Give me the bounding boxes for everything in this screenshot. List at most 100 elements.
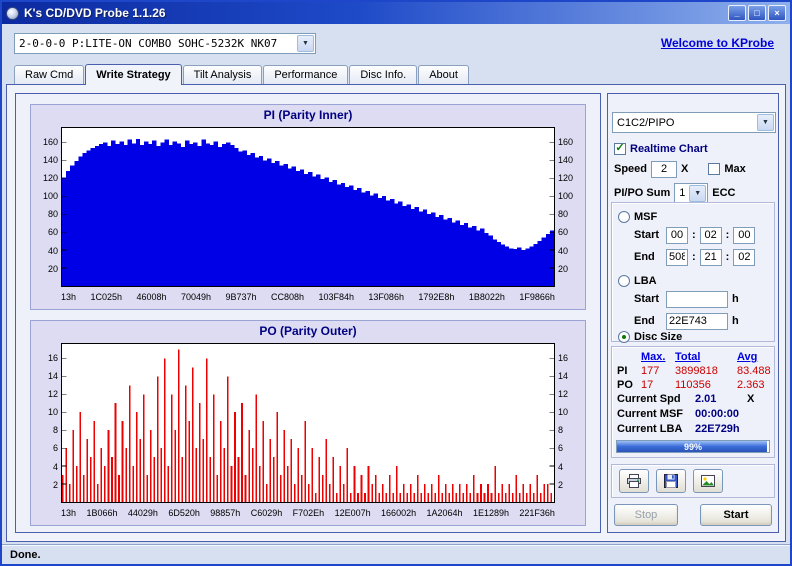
- msf-start-min-input[interactable]: [666, 226, 688, 244]
- current-msf-row: Current MSF 00:00:00: [612, 407, 774, 422]
- y-tick-label: 80: [47, 209, 58, 220]
- realtime-chart-label: Realtime Chart: [630, 143, 708, 155]
- disc-size-radio[interactable]: Disc Size: [618, 328, 772, 346]
- pi-chart-canvas: [62, 138, 554, 286]
- tab-performance[interactable]: Performance: [263, 65, 349, 84]
- y-tick-label: 160: [42, 136, 58, 147]
- lba-start-row: Start h: [634, 290, 772, 308]
- drive-row: 2-0-0-0 P:LITE-ON COMBO SOHC-5232K NK07 …: [14, 32, 774, 54]
- current-speed-unit: X: [747, 393, 755, 405]
- msf-end-frame-input[interactable]: [733, 248, 756, 266]
- x-tick-label: C6029h: [250, 508, 283, 518]
- x-tick-label: 1B8022h: [468, 292, 505, 302]
- pi-stats-row: PI 177 3899818 83.488: [612, 364, 774, 378]
- y-tick-label: 120: [558, 172, 574, 183]
- msf-label: MSF: [634, 211, 658, 223]
- y-tick-label: 6: [52, 443, 58, 454]
- pipo-sum-combo[interactable]: 1 ▼: [674, 182, 709, 204]
- current-lba-label: Current LBA: [617, 423, 683, 435]
- pi-max-value: 177: [641, 365, 660, 377]
- y-tick-label: 8: [558, 425, 564, 436]
- pi-yaxis-left: 20 40 60 80 100 120 140 160: [35, 127, 61, 287]
- pipo-sum-value: 1: [679, 187, 686, 199]
- po-stats-row: PO 17 110356 2.363: [612, 378, 774, 392]
- x-tick-label: 6D520h: [168, 508, 200, 518]
- y-tick-label: 100: [558, 191, 574, 202]
- tab-about[interactable]: About: [418, 65, 469, 84]
- realtime-chart-checkbox[interactable]: ✓ Realtime Chart: [614, 140, 772, 158]
- msf-radio[interactable]: MSF: [618, 208, 772, 226]
- y-tick-label: 10: [47, 407, 58, 418]
- stats-header-total: Total: [675, 351, 701, 363]
- max-label: Max: [724, 163, 746, 175]
- tab-write-strategy[interactable]: Write Strategy: [85, 64, 182, 85]
- x-tick-label: F702Eh: [292, 508, 325, 518]
- save-icon: [664, 474, 678, 488]
- mode-combo[interactable]: C1C2/PIPO ▼: [612, 112, 776, 133]
- y-tick-label: 6: [558, 443, 564, 454]
- check-icon: ✓: [615, 142, 625, 154]
- pi-total-value: 3899818: [675, 365, 718, 377]
- msf-end-sec-input[interactable]: [699, 248, 722, 266]
- y-tick-label: 120: [42, 172, 58, 183]
- msf-start-frame-input[interactable]: [733, 226, 756, 244]
- print-button[interactable]: [619, 469, 649, 493]
- x-tick-label: 221F36h: [519, 508, 555, 518]
- time-separator: :: [692, 229, 696, 241]
- pi-row-label: PI: [617, 365, 628, 377]
- current-speed-row: Current Spd 2.01 X: [612, 392, 774, 407]
- msf-start-sec-input[interactable]: [699, 226, 722, 244]
- po-chart-canvas: [62, 349, 554, 502]
- lba-end-input[interactable]: [666, 312, 728, 330]
- drive-combo-arrow-icon[interactable]: ▼: [297, 34, 314, 52]
- x-tick-label: 1B066h: [86, 508, 118, 518]
- speed-row: Speed X Max: [614, 160, 772, 178]
- tab-tilt-analysis[interactable]: Tilt Analysis: [182, 65, 263, 84]
- speed-unit-label: X: [681, 163, 689, 175]
- tab-disc-info[interactable]: Disc Info.: [349, 65, 418, 84]
- minimize-button[interactable]: _: [728, 5, 746, 21]
- y-tick-label: 20: [558, 263, 569, 274]
- y-tick-label: 60: [558, 227, 569, 238]
- lba-start-label: Start: [634, 293, 660, 305]
- charts-column: PI (Parity Inner) 20 40 60 80 100 120 140 160 2…: [15, 93, 601, 533]
- lba-label: LBA: [634, 275, 657, 287]
- drive-combo[interactable]: 2-0-0-0 P:LITE-ON COMBO SOHC-5232K NK07 …: [14, 32, 316, 54]
- x-tick-label: 12E007h: [334, 508, 371, 518]
- lba-radio[interactable]: LBA: [618, 272, 772, 290]
- msf-end-min-input[interactable]: [666, 248, 688, 266]
- tab-raw-cmd[interactable]: Raw Cmd: [14, 65, 85, 84]
- time-separator: :: [692, 251, 696, 263]
- mode-combo-arrow-icon[interactable]: ▼: [757, 114, 774, 131]
- stop-button[interactable]: Stop: [614, 504, 678, 526]
- pipo-sum-label: PI/PO Sum: [614, 187, 671, 199]
- save-button[interactable]: [656, 469, 686, 493]
- msf-end-row: End : :: [634, 248, 772, 266]
- actions-groupbox: [611, 464, 775, 498]
- main-panel: PI (Parity Inner) 20 40 60 80 100 120 140 160 2…: [6, 84, 786, 542]
- titlebar-buttons: _ □ ×: [728, 5, 786, 21]
- close-button[interactable]: ×: [768, 5, 786, 21]
- snapshot-button[interactable]: [693, 469, 723, 493]
- speed-input[interactable]: [651, 160, 678, 178]
- y-tick-label: 12: [558, 388, 569, 399]
- speed-label: Speed: [614, 163, 648, 175]
- max-checkbox[interactable]: Max: [708, 163, 746, 175]
- start-button[interactable]: Start: [700, 504, 772, 526]
- welcome-link[interactable]: Welcome to KProbe: [661, 36, 774, 50]
- pipo-sum-arrow-icon[interactable]: ▼: [689, 184, 707, 202]
- y-tick-label: 20: [47, 263, 58, 274]
- time-separator: :: [725, 229, 730, 241]
- po-total-value: 110356: [675, 379, 711, 391]
- y-tick-label: 8: [52, 425, 58, 436]
- y-tick-label: 14: [558, 370, 569, 381]
- x-tick-label: 46008h: [136, 292, 167, 302]
- maximize-button[interactable]: □: [748, 5, 766, 21]
- pi-xaxis: 13h 1C025h 46008h 70049h 9B737h CC808h 103F84h…: [61, 292, 555, 304]
- y-tick-label: 16: [47, 352, 58, 363]
- po-yaxis-left: 2 4 6 8 10 12 14 16: [35, 343, 61, 503]
- current-lba-row: Current LBA 22E729h: [612, 422, 774, 437]
- drive-combo-value: 2-0-0-0 P:LITE-ON COMBO SOHC-5232K NK07: [19, 36, 278, 50]
- time-separator: :: [725, 251, 730, 263]
- lba-start-input[interactable]: [666, 290, 728, 308]
